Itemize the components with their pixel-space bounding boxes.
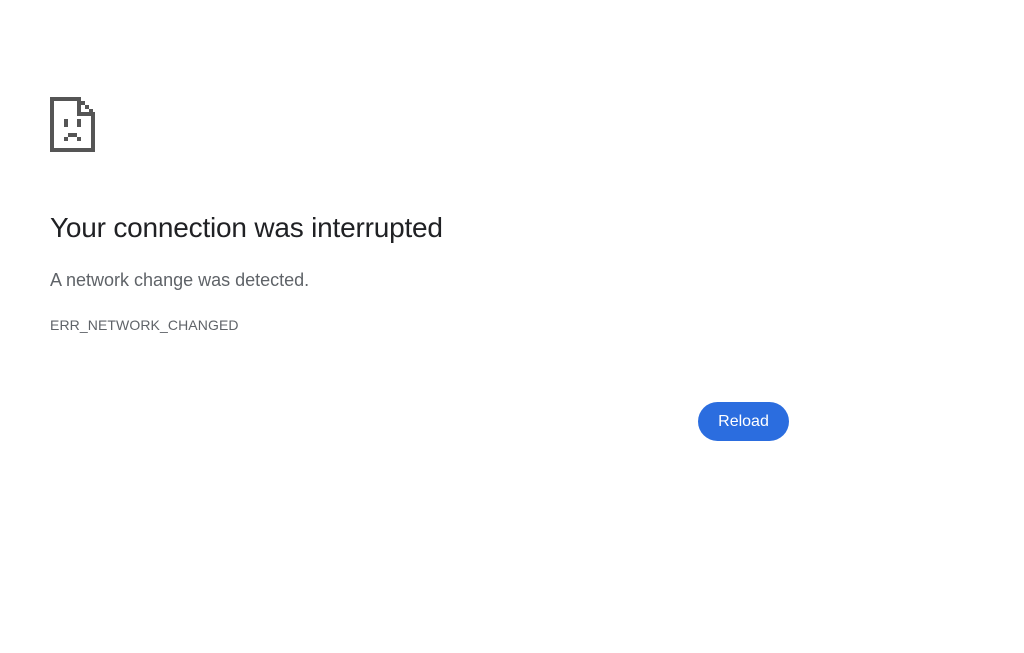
error-page: Your connection was interrupted A networ…: [0, 0, 1024, 653]
reload-button[interactable]: Reload: [698, 402, 789, 441]
error-code: ERR_NETWORK_CHANGED: [50, 317, 239, 333]
sad-page-icon: [50, 97, 95, 152]
error-summary: A network change was detected.: [50, 270, 310, 290]
page-title: Your connection was interrupted: [50, 212, 443, 243]
